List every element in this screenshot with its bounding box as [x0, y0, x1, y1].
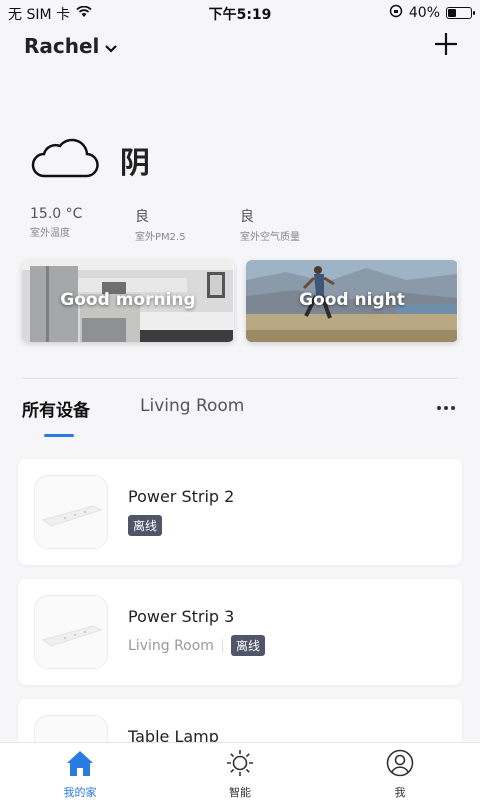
metric-value: 良 — [135, 209, 149, 225]
scene-title: Good morning — [60, 290, 196, 310]
scene-card-good-night[interactable]: Good night — [246, 260, 458, 342]
device-name: Power Strip 2 — [128, 487, 235, 506]
tab-all-devices[interactable]: 所有设备 — [22, 396, 90, 421]
metric-value: 良 — [240, 209, 254, 225]
metric-value: 15.0 °C — [30, 206, 83, 222]
device-name: Power Strip 3 — [128, 607, 235, 626]
more-dot-icon — [437, 406, 441, 410]
power-strip-icon — [34, 475, 108, 549]
more-options-button[interactable] — [434, 398, 458, 418]
battery-icon — [446, 7, 475, 19]
weather-panel: 阴 15.0 °C 室外温度 良 室外PM2.5 良 室外空气质量 — [30, 136, 450, 246]
chevron-down-icon — [105, 34, 118, 58]
offline-badge: 离线 — [230, 635, 265, 656]
scene-cards: Good morning Good night — [22, 260, 458, 342]
tab-living-room[interactable]: Living Room — [140, 396, 244, 416]
nav-label: 智能 — [229, 786, 251, 799]
metric-label: 室外温度 — [30, 228, 70, 239]
metric-label: 室外PM2.5 — [135, 232, 186, 243]
home-icon — [65, 749, 95, 781]
status-bar: 无 SIM 卡 下午5:19 40% — [0, 0, 480, 24]
cloud-icon — [30, 136, 100, 184]
active-tab-indicator — [44, 434, 74, 437]
metric-temperature: 15.0 °C 室外温度 — [30, 206, 135, 243]
meta-separator — [221, 638, 223, 653]
offline-badge: 离线 — [128, 515, 163, 536]
more-dot-icon — [444, 406, 448, 410]
user-icon — [385, 749, 415, 781]
header: Rachel — [0, 30, 480, 66]
add-button[interactable] — [432, 30, 460, 58]
section-divider — [22, 378, 458, 379]
metric-air-quality: 良 室外空气质量 — [240, 206, 345, 243]
power-strip-icon — [34, 595, 108, 669]
nav-label: 我的家 — [63, 786, 97, 799]
nav-label: 我 — [394, 786, 406, 799]
scene-title: Good night — [299, 290, 405, 310]
bottom-nav: 我的家 智能 我 — [0, 742, 480, 800]
weather-condition: 阴 — [120, 146, 150, 181]
rotation-lock-icon — [389, 4, 403, 22]
battery-percent: 40% — [408, 5, 440, 21]
nav-my-home[interactable]: 我的家 — [0, 743, 160, 800]
scene-card-good-morning[interactable]: Good morning — [22, 260, 234, 342]
sun-icon — [225, 749, 255, 781]
weather-metrics: 15.0 °C 室外温度 良 室外PM2.5 良 室外空气质量 — [30, 206, 345, 243]
room-tabs: 所有设备 Living Room — [22, 392, 458, 444]
metric-pm25: 良 室外PM2.5 — [135, 206, 240, 243]
home-name: Rachel — [24, 34, 100, 58]
device-room: Living Room — [128, 637, 214, 654]
nav-smart[interactable]: 智能 — [160, 743, 320, 800]
home-selector[interactable]: Rachel — [24, 34, 118, 58]
device-card-power-strip-3[interactable]: Power Strip 3 Living Room 离线 — [18, 579, 462, 685]
metric-label: 室外空气质量 — [240, 232, 300, 243]
device-card-power-strip-2[interactable]: Power Strip 2 离线 — [18, 459, 462, 565]
more-dot-icon — [451, 406, 455, 410]
nav-me[interactable]: 我 — [320, 743, 480, 800]
plus-icon — [432, 33, 460, 62]
